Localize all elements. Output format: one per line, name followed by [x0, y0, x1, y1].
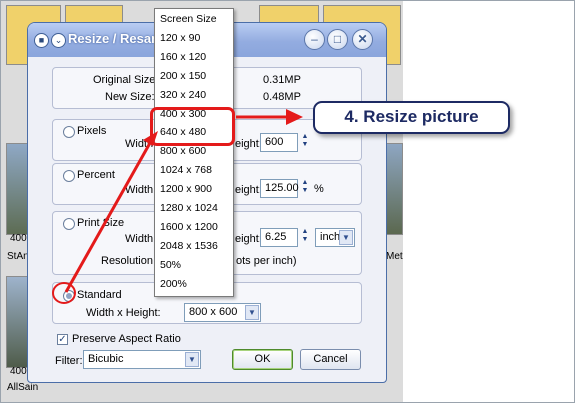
- arrow-head: [286, 109, 303, 125]
- arrow-to-list: [64, 142, 152, 293]
- arrow-head: [143, 131, 158, 146]
- step-callout: 4. Resize picture: [313, 101, 510, 134]
- annotation-arrows: [64, 109, 303, 293]
